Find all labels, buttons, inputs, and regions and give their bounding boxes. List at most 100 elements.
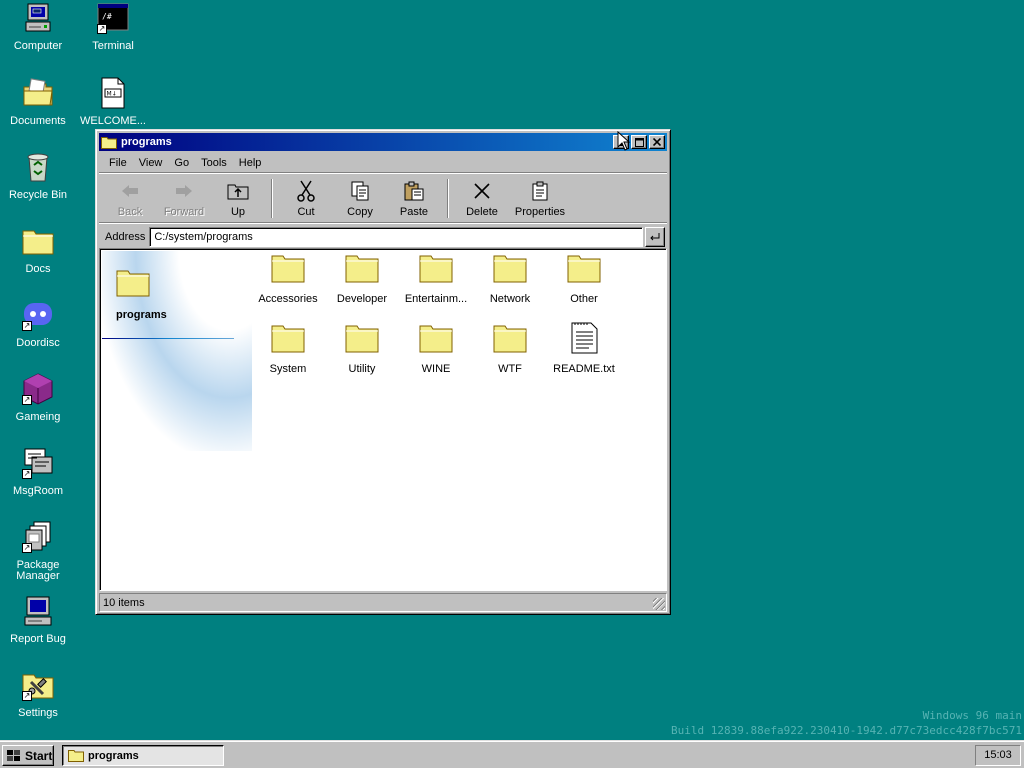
doordisc-icon: ↗ <box>22 299 54 331</box>
folder-icon <box>493 325 527 353</box>
desktop-icon-label: Recycle Bin <box>8 189 68 201</box>
item-label: System <box>269 363 307 375</box>
desktop-icon-doordisc[interactable]: ↗ Doordisc <box>0 299 76 349</box>
up-folder-icon <box>227 180 249 202</box>
item-label: Network <box>489 293 531 305</box>
item-label: Other <box>570 293 598 305</box>
desktop-icon-label: Computer <box>13 40 63 52</box>
up-button[interactable]: Up <box>211 177 265 220</box>
shortcut-arrow-icon: ↗ <box>22 321 32 331</box>
computer-icon <box>22 2 54 34</box>
msgroom-icon: ↗ <box>22 447 54 479</box>
maximize-button[interactable] <box>631 135 647 149</box>
system-tray-clock[interactable]: 15:03 <box>975 745 1021 766</box>
menu-view[interactable]: View <box>133 155 169 171</box>
clock: 15:03 <box>984 749 1012 761</box>
desktop-icon-msgroom[interactable]: ↗ MsgRoom <box>0 447 76 497</box>
package-icon: ↗ <box>22 521 54 553</box>
toolbar-separator <box>447 179 449 218</box>
folder-icon <box>419 255 453 283</box>
build-watermark: Windows 96 main Build 12839.88efa922.230… <box>671 708 1022 738</box>
desktop-icon-welcome[interactable]: M↓ WELCOME... <box>75 77 151 127</box>
desktop-icon-settings[interactable]: ↗ Settings <box>0 669 76 719</box>
desktop-icon-computer[interactable]: Computer <box>0 2 76 52</box>
item-label: Developer <box>336 293 388 305</box>
item-label: Accessories <box>258 293 318 305</box>
desktop-icon-documents[interactable]: Documents <box>0 77 76 127</box>
desktop-icon-package-manager[interactable]: ↗ Package Manager <box>0 521 76 582</box>
taskbar-button-programs[interactable]: programs <box>62 745 224 766</box>
task-label: programs <box>88 749 139 762</box>
shortcut-arrow-icon: ↗ <box>22 395 32 405</box>
address-label: Address <box>105 230 146 243</box>
desktop-icon-recycle-bin[interactable]: Recycle Bin <box>0 151 76 201</box>
file-view[interactable]: programs Accessories Developer Entertainm.… <box>99 248 667 591</box>
menu-tools[interactable]: Tools <box>195 155 233 171</box>
up-label: Up <box>230 205 246 218</box>
go-button[interactable] <box>645 226 665 247</box>
folder-item[interactable]: Utility <box>325 322 399 375</box>
status-bar: 10 items <box>99 593 667 612</box>
folder-item[interactable]: Accessories <box>251 252 325 305</box>
folder-item[interactable]: Other <box>547 252 621 305</box>
folder-item[interactable]: Network <box>473 252 547 305</box>
menu-file[interactable]: File <box>103 155 133 171</box>
enter-arrow-icon <box>650 232 660 240</box>
desktop-icon-terminal[interactable]: /# ↗ Terminal <box>75 2 151 52</box>
folder-item[interactable]: System <box>251 322 325 375</box>
desktop-icon-report-bug[interactable]: Report Bug <box>0 595 76 645</box>
taskbar: Start programs 15:03 <box>0 740 1024 768</box>
paste-button[interactable]: Paste <box>387 177 441 220</box>
copy-button[interactable]: Copy <box>333 177 387 220</box>
desktop-icon-docs[interactable]: Docs <box>0 225 76 275</box>
desktop-icon-label: Gameing <box>15 411 61 423</box>
start-logo-icon <box>7 749 20 761</box>
folder-item[interactable]: Developer <box>325 252 399 305</box>
menu-help[interactable]: Help <box>233 155 268 171</box>
delete-button[interactable]: Delete <box>455 177 509 220</box>
properties-label: Properties <box>514 205 566 218</box>
settings-icon: ↗ <box>22 669 54 701</box>
shortcut-arrow-icon: ↗ <box>22 469 32 479</box>
desktop-icon-label: Settings <box>18 707 58 719</box>
scissors-icon <box>295 180 317 202</box>
start-label: Start <box>25 748 53 763</box>
copy-icon <box>349 180 371 202</box>
cut-label: Cut <box>297 205 315 218</box>
cut-button[interactable]: Cut <box>279 177 333 220</box>
folder-title: programs <box>116 309 167 321</box>
desktop-icon-label: Documents <box>10 115 66 127</box>
explorer-window[interactable]: programs File View Go Tools Help Back Fo… <box>95 129 671 615</box>
folder-icon <box>271 255 305 283</box>
menu-go[interactable]: Go <box>168 155 195 171</box>
resize-grip-icon[interactable] <box>653 598 665 610</box>
properties-icon <box>529 180 551 202</box>
window-titlebar[interactable]: programs <box>99 133 667 151</box>
folder-icon <box>419 325 453 353</box>
properties-button[interactable]: Properties <box>509 177 571 220</box>
shortcut-arrow-icon: ↗ <box>22 691 32 701</box>
start-button[interactable]: Start <box>2 745 54 766</box>
paste-icon <box>403 180 425 202</box>
desktop-icon-gameing[interactable]: ↗ Gameing <box>0 373 76 423</box>
shortcut-arrow-icon: ↗ <box>22 543 32 553</box>
folder-icon <box>271 325 305 353</box>
folder-icon <box>567 255 601 283</box>
shortcut-arrow-icon: ↗ <box>97 24 107 34</box>
terminal-prompt-glyph: /# <box>102 12 112 21</box>
address-input[interactable] <box>149 226 643 247</box>
watermark-line-2: Build 12839.88efa922.230410-1942.d77c73e… <box>671 724 1022 737</box>
watermark-line-1: Windows 96 main <box>922 709 1022 722</box>
folder-info-panel: programs <box>102 251 252 451</box>
folder-item[interactable]: WTF <box>473 322 547 375</box>
item-count: 10 items <box>103 597 145 609</box>
file-item[interactable]: README.txt <box>547 322 621 375</box>
report-bug-icon <box>22 595 54 627</box>
desktop-icon-label: Doordisc <box>16 337 60 349</box>
back-button[interactable]: Back <box>103 177 157 220</box>
text-file-icon <box>571 322 598 354</box>
forward-button[interactable]: Forward <box>157 177 211 220</box>
folder-item[interactable]: Entertainm... <box>399 252 473 305</box>
close-button[interactable] <box>649 135 665 149</box>
folder-item[interactable]: WINE <box>399 322 473 375</box>
